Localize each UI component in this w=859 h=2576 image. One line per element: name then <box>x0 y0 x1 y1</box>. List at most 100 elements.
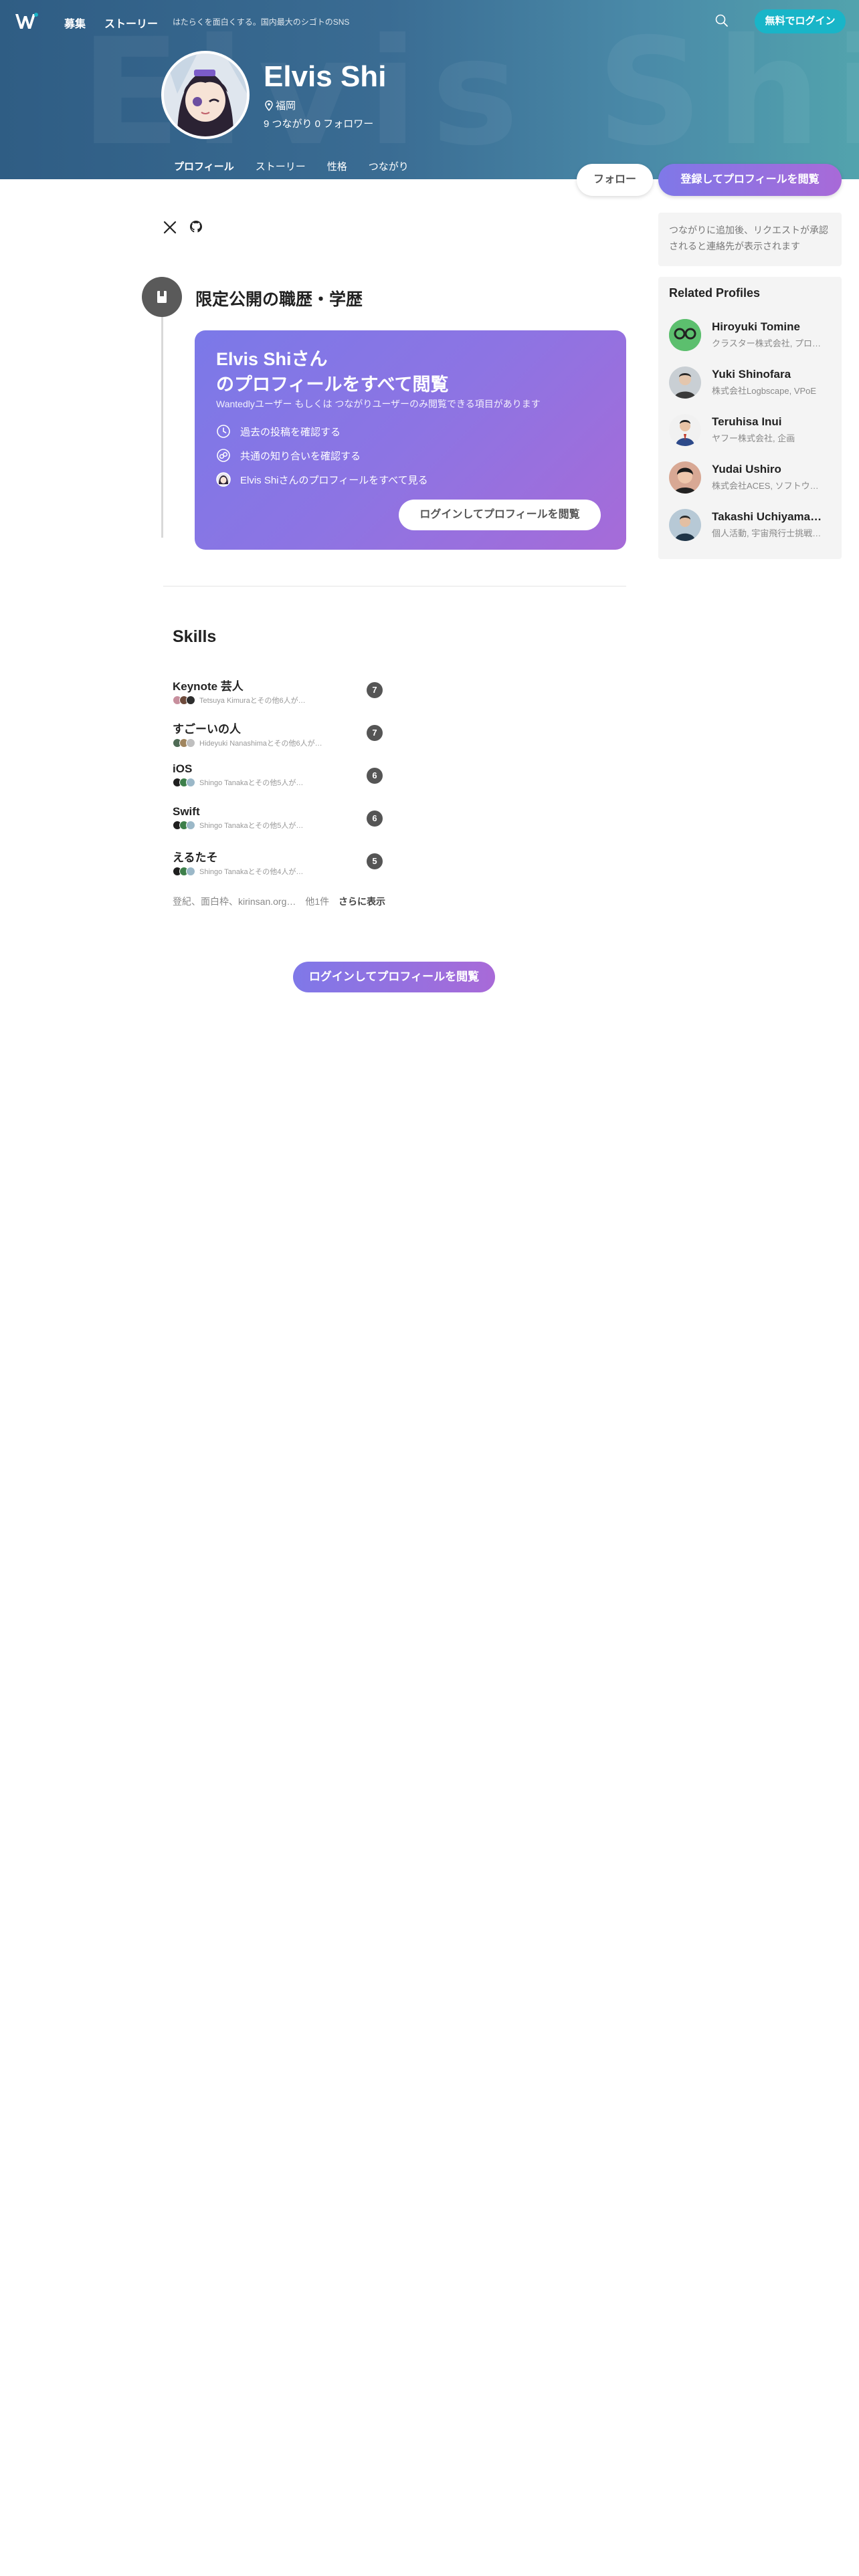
related-avatar <box>669 413 701 446</box>
follow-button[interactable]: フォロー <box>577 164 653 196</box>
related-profile-item[interactable]: Yuki Shinofara 株式会社Logbscape, VPoE <box>669 358 831 406</box>
profile-tabs: プロフィール ストーリー 性格 つながり <box>165 158 419 179</box>
login-prompt-card: Elvis Shiさん のプロフィールをすべて閲覧 Wantedlyユーザー も… <box>195 330 626 550</box>
location-pin-icon <box>265 100 273 111</box>
card-row-mutual: 共通の知り合いを確認する <box>216 448 361 463</box>
related-name: Takashi Uchiyama… <box>712 510 822 523</box>
skills-more-row: 登紀、面白枠、kirinsan.org… 他1件 さらに表示 <box>173 895 385 908</box>
related-role: ヤフー株式会社, 企画 <box>712 433 795 443</box>
nav-recruit-link[interactable]: 募集 <box>64 15 86 31</box>
related-profile-item[interactable]: Teruhisa Inui ヤフー株式会社, 企画 <box>669 406 831 453</box>
skill-endorsers: Hideyuki Nanashimaとその他6人が… <box>173 738 387 748</box>
skill-name: えるたそ <box>173 851 218 864</box>
tab-profile[interactable]: プロフィール <box>165 158 245 179</box>
related-role: 株式会社ACES, ソフトウ… <box>712 481 819 491</box>
related-name: Teruhisa Inui <box>712 415 782 428</box>
skills-more-text: 登紀、面白枠、kirinsan.org… 他1件 <box>173 896 330 907</box>
endorser-text: Shingo Tanakaとその他5人が… <box>199 822 304 830</box>
skill-name: Swift <box>173 805 200 818</box>
profile-avatar <box>161 51 250 139</box>
related-role: クラスター株式会社, プロ… <box>712 338 821 348</box>
related-role: 個人活動, 宇宙飛行士挑戦… <box>712 528 822 538</box>
x-twitter-icon[interactable] <box>163 221 177 234</box>
skill-name: Keynote 芸人 <box>173 680 244 693</box>
skill-name: すごーいの人 <box>173 723 241 736</box>
skill-item[interactable]: iOS Shingo Tanakaとその他5人が… 6 <box>173 762 387 794</box>
profile-stats[interactable]: 9 つながり 0 フォロワー <box>264 116 373 130</box>
related-avatar <box>669 461 701 494</box>
card-title-line1: Elvis Shiさん <box>216 349 328 369</box>
skill-item[interactable]: えるたそ Shingo Tanakaとその他4人が… 5 <box>173 848 387 880</box>
related-avatar <box>669 508 701 541</box>
mutual-connection-icon <box>217 449 230 462</box>
profile-header: Elvis Shi 募集 ストーリー はたらくを面白くする。国内最大のシゴトのS… <box>0 0 859 179</box>
person-avatar-icon <box>669 413 701 446</box>
skills-title: Skills <box>173 627 217 646</box>
skill-item[interactable]: すごーいの人 Hideyuki Nanashimaとその他6人が… 7 <box>173 720 387 752</box>
card-subtitle: Wantedlyユーザー もしくは つながりユーザーのみ閲覧できる項目があります <box>216 399 541 409</box>
bottom-login-button[interactable]: ログインしてプロフィールを閲覧 <box>293 962 495 992</box>
card-title-line2: のプロフィールをすべて閲覧 <box>216 374 449 395</box>
document-icon <box>157 291 167 303</box>
endorser-avatars <box>173 867 195 876</box>
endorser-text: Shingo Tanakaとその他4人が… <box>199 868 304 876</box>
skill-item[interactable]: Swift Shingo Tanakaとその他5人が… 6 <box>173 805 387 837</box>
related-role: 株式会社Logbscape, VPoE <box>712 386 817 396</box>
person-avatar-icon <box>669 508 701 541</box>
card-row-full-profile: Elvis Shiさんのプロフィールをすべて見る <box>216 472 428 487</box>
tab-connections[interactable]: つながり <box>358 158 419 179</box>
timeline-line <box>161 314 163 538</box>
tab-stories[interactable]: ストーリー <box>245 158 316 179</box>
card-title: Elvis Shiさん のプロフィールをすべて閲覧 <box>216 346 449 397</box>
related-profile-item[interactable]: Takashi Uchiyama… 個人活動, 宇宙飛行士挑戦… <box>669 501 831 548</box>
search-icon[interactable] <box>714 13 729 28</box>
endorser-avatars <box>173 695 195 705</box>
header-tagline: はたらくを面白くする。国内最大のシゴトのSNS <box>173 17 350 27</box>
location-text: 福岡 <box>276 100 296 112</box>
endorser-text: Hideyuki Nanashimaとその他6人が… <box>199 740 322 748</box>
skill-endorsers: Shingo Tanakaとその他4人が… <box>173 866 387 877</box>
related-profile-item[interactable]: Hiroyuki Tomine クラスター株式会社, プロ… <box>669 311 831 358</box>
endorser-text: Shingo Tanakaとその他5人が… <box>199 779 304 787</box>
card-login-button[interactable]: ログインしてプロフィールを閲覧 <box>399 500 601 530</box>
related-profile-item[interactable]: Yudai Ushiro 株式会社ACES, ソフトウ… <box>669 453 831 501</box>
skill-count-badge: 7 <box>367 682 383 698</box>
anime-avatar-icon <box>164 53 247 136</box>
skill-count-badge: 7 <box>367 725 383 741</box>
endorser-avatar <box>186 867 195 876</box>
related-name: Yudai Ushiro <box>712 463 781 475</box>
skill-endorsers: Tetsuya Kimuraとその他6人が… <box>173 695 387 706</box>
card-row-posts: 過去の投稿を確認する <box>216 424 341 439</box>
person-avatar-icon <box>669 366 701 399</box>
register-view-profile-button[interactable]: 登録してプロフィールを閲覧 <box>658 164 842 196</box>
related-profiles-panel: Related Profiles Hiroyuki Tomine クラスター株式… <box>658 277 842 559</box>
github-icon[interactable] <box>189 219 203 234</box>
wantedly-logo-icon[interactable] <box>15 12 39 31</box>
skill-name: iOS <box>173 762 193 775</box>
endorser-avatars <box>173 738 195 748</box>
related-name: Hiroyuki Tomine <box>712 320 800 333</box>
profile-name: Elvis Shi <box>264 60 387 93</box>
skill-count-badge: 5 <box>367 853 383 869</box>
history-icon <box>217 425 230 438</box>
tab-personality[interactable]: 性格 <box>316 158 358 179</box>
skill-endorsers: Shingo Tanakaとその他5人が… <box>173 777 387 788</box>
mini-avatar-icon <box>216 472 231 487</box>
related-avatar <box>669 318 701 351</box>
endorser-text: Tetsuya Kimuraとその他6人が… <box>199 697 306 705</box>
nav-stories-link[interactable]: ストーリー <box>104 15 158 31</box>
card-row-text: 過去の投稿を確認する <box>240 426 341 438</box>
skill-count-badge: 6 <box>367 768 383 784</box>
login-button[interactable]: 無料でログイン <box>755 9 846 33</box>
show-more-link[interactable]: さらに表示 <box>339 896 385 907</box>
card-row-text: 共通の知り合いを確認する <box>240 450 361 462</box>
profile-location: 福岡 <box>265 98 296 112</box>
glasses-avatar-icon <box>669 318 701 351</box>
skill-item[interactable]: Keynote 芸人 Tetsuya Kimuraとその他6人が… 7 <box>173 677 387 709</box>
endorser-avatars <box>173 778 195 787</box>
related-avatar <box>669 366 701 399</box>
skill-count-badge: 6 <box>367 811 383 827</box>
timeline-marker <box>142 277 182 317</box>
private-section-title: 限定公開の職歴・学歴 <box>195 290 363 309</box>
endorser-avatar <box>186 821 195 830</box>
